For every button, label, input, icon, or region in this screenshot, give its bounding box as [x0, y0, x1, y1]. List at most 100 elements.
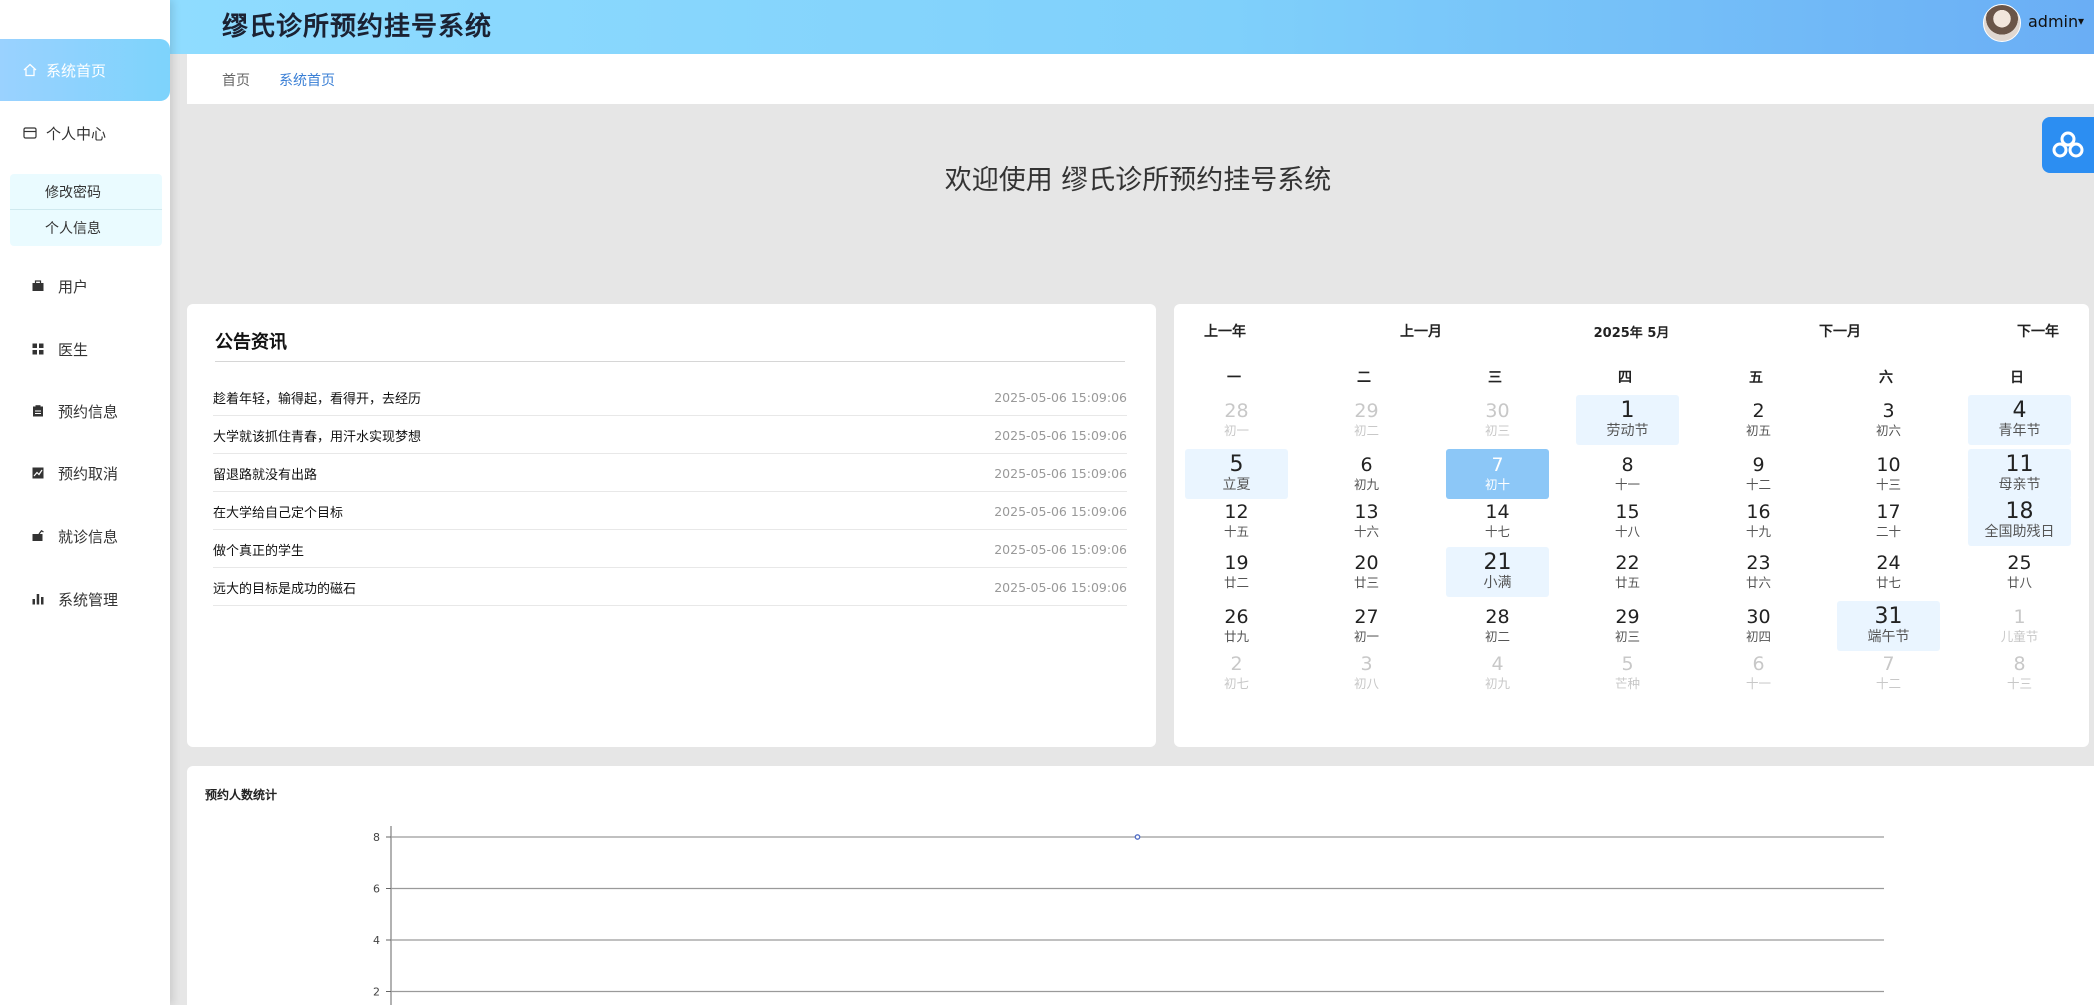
calendar-day[interactable]: 30 初四 [1707, 601, 1810, 651]
calendar-day[interactable]: 2 初五 [1707, 395, 1810, 445]
calendar-day[interactable]: 19 廿二 [1185, 547, 1288, 597]
calendar-day[interactable]: 21 小满 [1446, 547, 1549, 597]
calendar-day[interactable]: 16 十九 [1707, 496, 1810, 546]
chart-square-icon [30, 465, 46, 481]
caret-down-icon[interactable]: ▾ [2078, 14, 2084, 28]
calendar-day[interactable]: 4 青年节 [1968, 395, 2071, 445]
sidebar-item-label: 系统首页 [46, 61, 107, 80]
calendar-prev-month-button[interactable]: 上一月 [1400, 321, 1442, 341]
calendar-day[interactable]: 3 初八 [1315, 648, 1418, 698]
calendar-day[interactable]: 8 十一 [1576, 449, 1679, 499]
calendar-day-lunar: 二十 [1875, 524, 1901, 539]
news-item-title[interactable]: 大学就该抓住青春，用汗水实现梦想 [213, 426, 421, 445]
calendar-day[interactable]: 1 劳动节 [1576, 395, 1679, 445]
sidebar-item-users[interactable]: 用户 [0, 255, 170, 317]
calendar-day[interactable]: 17 二十 [1837, 496, 1940, 546]
news-item[interactable]: 做个真正的学生 2025-05-06 15:09:06 [213, 531, 1127, 568]
news-item[interactable]: 趁着年轻，输得起，看得开，去经历 2025-05-06 15:09:06 [213, 379, 1127, 416]
submenu-item-change-password[interactable]: 修改密码 [10, 174, 162, 210]
news-item-title[interactable]: 远大的目标是成功的磁石 [213, 578, 356, 597]
submenu-item-personal-info[interactable]: 个人信息 [10, 210, 162, 245]
calendar-day-number: 22 [1615, 552, 1640, 574]
calendar-day[interactable]: 10 十三 [1837, 449, 1940, 499]
calendar-day[interactable]: 26 廿九 [1185, 601, 1288, 651]
calendar-day-lunar: 立夏 [1222, 477, 1251, 493]
news-item-title[interactable]: 在大学给自己定个目标 [213, 502, 343, 521]
calendar-day-today[interactable]: 7 初十 [1446, 449, 1549, 499]
calendar-day-number: 1 [1620, 398, 1635, 423]
calendar-day-number: 31 [1874, 604, 1903, 629]
calendar-day[interactable]: 7 十二 [1837, 648, 1940, 698]
calendar-day[interactable]: 6 十一 [1707, 648, 1810, 698]
calendar-day-number: 20 [1354, 552, 1379, 574]
calendar-day[interactable]: 14 十七 [1446, 496, 1549, 546]
news-item[interactable]: 大学就该抓住青春，用汗水实现梦想 2025-05-06 15:09:06 [213, 417, 1127, 454]
sidebar-item-appointment-cancel[interactable]: 预约取消 [0, 442, 170, 504]
calendar-day[interactable]: 1 儿童节 [1968, 601, 2071, 651]
news-item-title[interactable]: 趁着年轻，输得起，看得开，去经历 [213, 388, 421, 407]
news-item-title[interactable]: 留退路就没有出路 [213, 464, 317, 483]
calendar-day[interactable]: 28 初一 [1185, 395, 1288, 445]
calendar-day[interactable]: 11 母亲节 [1968, 449, 2071, 499]
calendar-day-number: 21 [1483, 550, 1512, 575]
home-icon [22, 62, 38, 78]
calendar-day-lunar: 初八 [1353, 676, 1379, 691]
calendar-day-number: 7 [1882, 653, 1895, 675]
sidebar-item-visits[interactable]: 就诊信息 [0, 505, 170, 567]
sidebar-item-profile-center[interactable]: 个人中心 [0, 102, 170, 164]
calendar-day[interactable]: 29 初二 [1315, 395, 1418, 445]
calendar-day[interactable]: 12 十五 [1185, 496, 1288, 546]
calendar-day[interactable]: 31 端午节 [1837, 601, 1940, 651]
calendar-day-number: 29 [1615, 606, 1640, 628]
news-item-title[interactable]: 做个真正的学生 [213, 540, 304, 559]
calendar-day[interactable]: 25 廿八 [1968, 547, 2071, 597]
calendar-day-lunar: 廿二 [1223, 575, 1249, 590]
calendar-day[interactable]: 28 初二 [1446, 601, 1549, 651]
avatar[interactable] [1983, 4, 2021, 42]
news-item[interactable]: 在大学给自己定个目标 2025-05-06 15:09:06 [213, 493, 1127, 530]
sidebar-item-home[interactable]: 系统首页 [0, 39, 170, 101]
calendar-day[interactable]: 9 十二 [1707, 449, 1810, 499]
calendar-next-month-button[interactable]: 下一月 [1819, 321, 1861, 341]
briefcase-icon [30, 278, 46, 294]
calendar-day[interactable]: 27 初一 [1315, 601, 1418, 651]
calendar-day[interactable]: 2 初七 [1185, 648, 1288, 698]
calendar-day[interactable]: 6 初九 [1315, 449, 1418, 499]
sidebar-item-appointments[interactable]: 预约信息 [0, 380, 170, 442]
calendar-day-lunar: 十二 [1875, 676, 1901, 691]
calendar-day[interactable]: 5 立夏 [1185, 449, 1288, 499]
calendar-day[interactable]: 30 初三 [1446, 395, 1549, 445]
calendar-day[interactable]: 15 十八 [1576, 496, 1679, 546]
calendar-day-number: 9 [1752, 454, 1765, 476]
calendar-day[interactable]: 22 廿五 [1576, 547, 1679, 597]
username-menu[interactable]: admin [2028, 12, 2078, 31]
calendar-day[interactable]: 3 初六 [1837, 395, 1940, 445]
calendar-day-number: 24 [1876, 552, 1901, 574]
calendar-day-lunar: 母亲节 [1998, 477, 2041, 493]
calendar-day[interactable]: 29 初三 [1576, 601, 1679, 651]
calendar-next-year-button[interactable]: 下一年 [2017, 321, 2059, 341]
news-item[interactable]: 留退路就没有出路 2025-05-06 15:09:06 [213, 455, 1127, 492]
calendar-day[interactable]: 23 廿六 [1707, 547, 1810, 597]
y-tick-label: 8 [373, 831, 380, 844]
calendar-day[interactable]: 24 廿七 [1837, 547, 1940, 597]
breadcrumb-home-link[interactable]: 首页 [222, 70, 250, 90]
sidebar-item-system-management[interactable]: 系统管理 [0, 568, 170, 630]
calendar-day-number: 2 [1230, 653, 1243, 675]
sidebar-item-doctors[interactable]: 医生 [0, 318, 170, 380]
calendar-day-lunar: 十一 [1745, 676, 1771, 691]
calendar-day[interactable]: 5 芒种 [1576, 648, 1679, 698]
calendar-day[interactable]: 13 十六 [1315, 496, 1418, 546]
calendar-day-lunar: 十三 [1875, 477, 1901, 492]
calendar-day[interactable]: 18 全国助残日 [1968, 496, 2071, 546]
calendar-day[interactable]: 20 廿三 [1315, 547, 1418, 597]
bar-chart-icon [30, 591, 46, 607]
calendar-day-number: 15 [1615, 501, 1640, 523]
data-point [1134, 834, 1141, 840]
sidebar-item-label: 预约取消 [58, 464, 119, 483]
calendar-day[interactable]: 4 初九 [1446, 648, 1549, 698]
floating-cloud-button[interactable] [2042, 117, 2094, 173]
news-item[interactable]: 远大的目标是成功的磁石 2025-05-06 15:09:06 [213, 569, 1127, 606]
calendar-prev-year-button[interactable]: 上一年 [1204, 321, 1246, 341]
calendar-day[interactable]: 8 十三 [1968, 648, 2071, 698]
